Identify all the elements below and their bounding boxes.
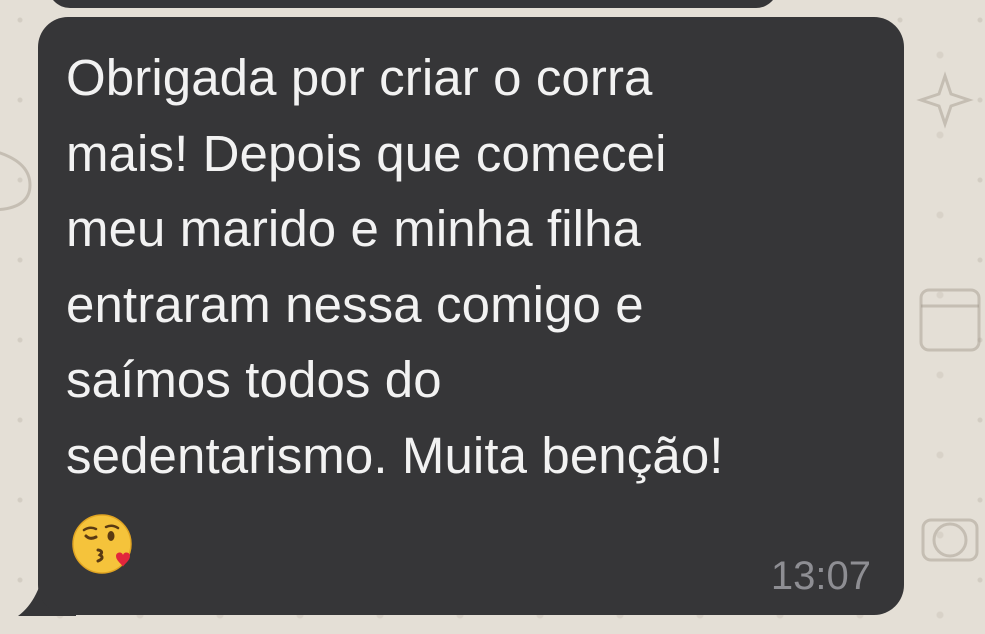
bubble-doodle-icon (0, 151, 32, 212)
message-line: meu marido e minha filha (66, 200, 642, 257)
message-line: mais! Depois que comecei (66, 124, 667, 182)
message-line: Obrigada por criar o corra (66, 49, 653, 106)
message-text: Obrigada por criar o corra mais! Depois … (66, 40, 886, 493)
star-doodle-icon (916, 71, 974, 129)
calendar-doodle-icon (919, 288, 981, 352)
message-line: saímos todos do (66, 351, 442, 408)
kissing-face-emoji-icon (72, 514, 132, 574)
message-line: entraram nessa comigo e (66, 275, 644, 333)
message-timestamp: 13:07 (770, 554, 871, 598)
message-line: sedentarismo. Muita benção! (66, 426, 724, 484)
previous-message-bubble (48, 0, 778, 8)
camera-doodle-icon (921, 518, 979, 562)
